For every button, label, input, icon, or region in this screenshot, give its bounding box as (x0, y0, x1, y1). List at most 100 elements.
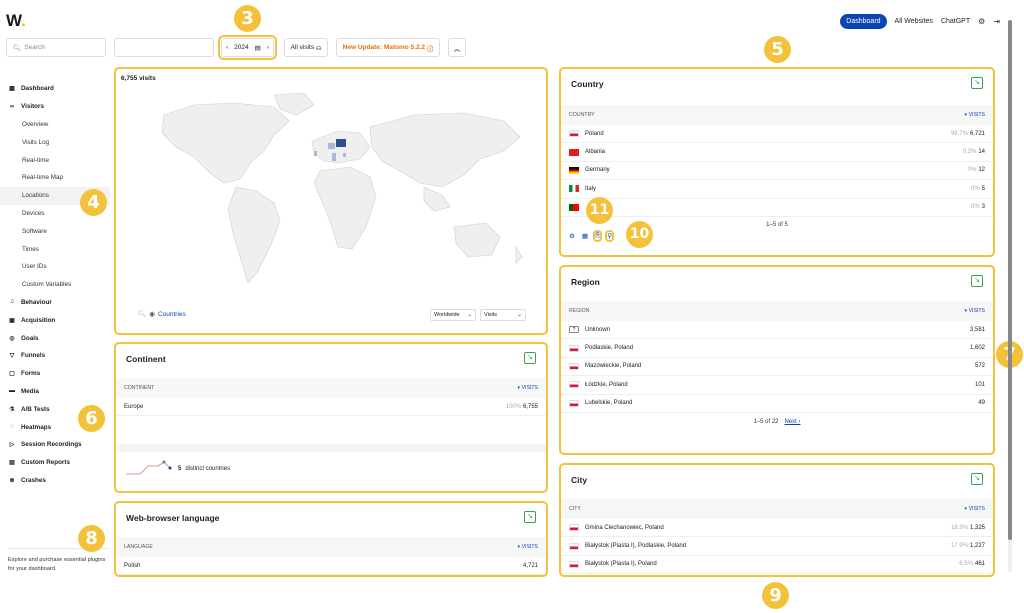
logout-icon[interactable]: ⇥ (993, 17, 1000, 26)
albania-region[interactable] (343, 153, 346, 157)
scroll-thumb[interactable] (1008, 20, 1012, 540)
table-row[interactable]: Białystok (Piasta I), Podlaskie, Poland 1… (561, 537, 993, 556)
world-map[interactable] (124, 87, 542, 309)
country-card: Country ↘ Country ▾ Visits Poland 99.7% 6,7… (559, 67, 995, 257)
table-row[interactable]: Poland 99.7% 6,721 (561, 125, 993, 144)
row-percent: 0% (967, 167, 977, 174)
callout-badge-8: 8 (78, 525, 105, 552)
scope-select[interactable]: Worldwide ⌄ (430, 309, 476, 321)
countries-link[interactable]: 🔍︎ ◉ Countries (138, 310, 186, 319)
prev-period-icon[interactable]: ‹ (226, 44, 228, 51)
sidebar-item-behaviour[interactable]: ♫ Behaviour (0, 294, 110, 312)
sidebar-item-funnels[interactable]: ▽ Funnels (0, 347, 110, 365)
search-icon[interactable]: ⚲ (605, 230, 614, 242)
sidebar-item-label: Visits Log (22, 138, 50, 146)
sidebar-item-goals[interactable]: ◎ Goals (0, 329, 110, 347)
sidebar-item-label: Goals (21, 334, 39, 342)
sidebar-item-custom-reports[interactable]: ▤ Custom Reports (0, 454, 110, 472)
germany-region[interactable] (328, 143, 335, 149)
table-row[interactable]: Albania 0.2% 14 (561, 143, 993, 162)
row-percent: 0% (970, 185, 980, 192)
sidebar-item-overview[interactable]: Overview (0, 116, 110, 134)
settings-icon[interactable]: ⚙ (569, 232, 575, 240)
row-percent: 0.2% (962, 149, 977, 156)
table-row[interactable]: Łódzkie, Poland 101 (561, 376, 993, 395)
site-selector[interactable] (114, 38, 214, 57)
sidebar-item-visits-log[interactable]: Visits Log (0, 133, 110, 151)
chatgpt-link[interactable]: ChatGPT (941, 18, 970, 25)
table-row[interactable]: Italy 0% 5 (561, 180, 993, 199)
row-label: Unknown (585, 326, 611, 333)
row-label: Białystok (Piasta I), Podlaskie, Poland (585, 543, 687, 550)
row-label: Mazowieckie, Poland (585, 363, 642, 370)
table-actions: ⚙ ▦ ⎘ ⚲ (569, 230, 614, 242)
sidebar-item-crashes[interactable]: ⊗ Crashes (0, 472, 110, 490)
logo[interactable]: W. (6, 11, 26, 31)
sidebar-item-software[interactable]: Software (0, 222, 110, 240)
segment-selector[interactable]: All visits ⛀ (284, 38, 328, 57)
table-row[interactable]: Polish 4,721 (116, 557, 546, 575)
sidebar-item-label: Custom Reports (21, 459, 70, 467)
dashboard-icon: ▦ (9, 86, 15, 93)
sidebar-item-label: Funnels (21, 352, 46, 360)
settings-icon[interactable]: ⚙ (978, 17, 985, 26)
next-period-icon[interactable]: › (267, 44, 269, 51)
sidebar-item-dashboard[interactable]: ▦ Dashboard (0, 80, 110, 98)
table-row[interactable]: Podlaskie, Poland 1,602 (561, 339, 993, 358)
page-scrollbar[interactable] (1008, 20, 1012, 572)
table-row[interactable]: 0% 3 (561, 199, 993, 217)
italy-region[interactable] (332, 153, 336, 161)
flag-pl-icon (569, 399, 579, 407)
row-label: Białystok (Piasta I), Poland (585, 561, 657, 568)
table-row[interactable]: Białystok (Piasta I), Poland 6.5% 461 (561, 556, 993, 575)
sidebar-item-label: Software (22, 227, 47, 235)
sidebar-footer-text[interactable]: Explore and purchase essential plugins f… (8, 556, 108, 574)
sidebar-item-acquisition[interactable]: ▣ Acquisition (0, 311, 110, 329)
collapse-button[interactable]: ︽ (448, 38, 466, 57)
expand-icon[interactable]: ↘ (524, 352, 536, 364)
callout-badge-10: 10 (626, 221, 653, 248)
visits-total: 6,755 visits (121, 75, 156, 82)
funnels-icon: ▽ (9, 353, 15, 360)
sidebar-item-label: Dashboard (21, 85, 54, 93)
sidebar-item-user-ids[interactable]: User IDs (0, 258, 110, 276)
sidebar-item-real-time-map[interactable]: Real-time Map (0, 169, 110, 187)
expand-icon[interactable]: ↘ (971, 77, 983, 89)
table-row[interactable]: Mazowieckie, Poland 572 (561, 358, 993, 377)
calendar-icon: ▤ (254, 44, 261, 52)
metric-select[interactable]: Visits ⌄ (480, 309, 526, 321)
dashboard-link[interactable]: Dashboard (840, 14, 887, 29)
sidebar-item-times[interactable]: Times (0, 240, 110, 258)
export-icon[interactable]: ⎘ (592, 230, 603, 242)
globe-icon: ◉ (149, 311, 155, 318)
info-icon: ⓘ (426, 45, 434, 53)
sidebar-item-real-time[interactable]: Real-time (0, 151, 110, 169)
period-selector[interactable]: ‹ 2024 ▤ › (218, 35, 277, 60)
sidebar-item-media[interactable]: ▬ Media (0, 383, 110, 401)
heatmaps-icon: ◌ (10, 424, 14, 431)
table-row[interactable]: ? Unknown 3,581 (561, 321, 993, 340)
sidebar-item-session-recordings[interactable]: ▷ Session Recordings (0, 436, 110, 454)
portugal-region[interactable] (314, 151, 317, 156)
poland-region[interactable] (336, 139, 346, 147)
unknown-flag-icon: ? (569, 326, 579, 334)
expand-icon[interactable]: ↘ (971, 275, 983, 287)
update-notice[interactable]: New Update: Matomo 5.2.2 ⓘ (336, 38, 440, 57)
visualization-icon[interactable]: ▦ (582, 232, 588, 240)
table-row[interactable]: Europe 100% 6,755 (116, 398, 546, 417)
sidebar-item-forms[interactable]: ▢ Forms (0, 365, 110, 383)
search-input[interactable]: 🔍︎ Search (6, 38, 106, 57)
expand-icon[interactable]: ↘ (524, 511, 536, 523)
row-label: Germany (585, 167, 610, 174)
separator (116, 444, 546, 452)
sidebar-item-visitors[interactable]: ∞ Visitors (0, 98, 110, 116)
all-websites-link[interactable]: All Websites (895, 18, 933, 25)
acquisition-icon: ▣ (9, 317, 15, 324)
table-row[interactable]: Germany 0% 12 (561, 162, 993, 181)
next-page-link[interactable]: Next › (785, 419, 801, 425)
sidebar-item-custom-variables[interactable]: Custom Variables (0, 276, 110, 294)
segment-icon: ⛀ (315, 44, 322, 52)
expand-icon[interactable]: ↘ (971, 473, 983, 485)
table-row[interactable]: Lubelskie, Poland 49 (561, 395, 993, 413)
table-row[interactable]: Gmina Ciechanowiec, Poland 18.3% 1,325 (561, 519, 993, 538)
